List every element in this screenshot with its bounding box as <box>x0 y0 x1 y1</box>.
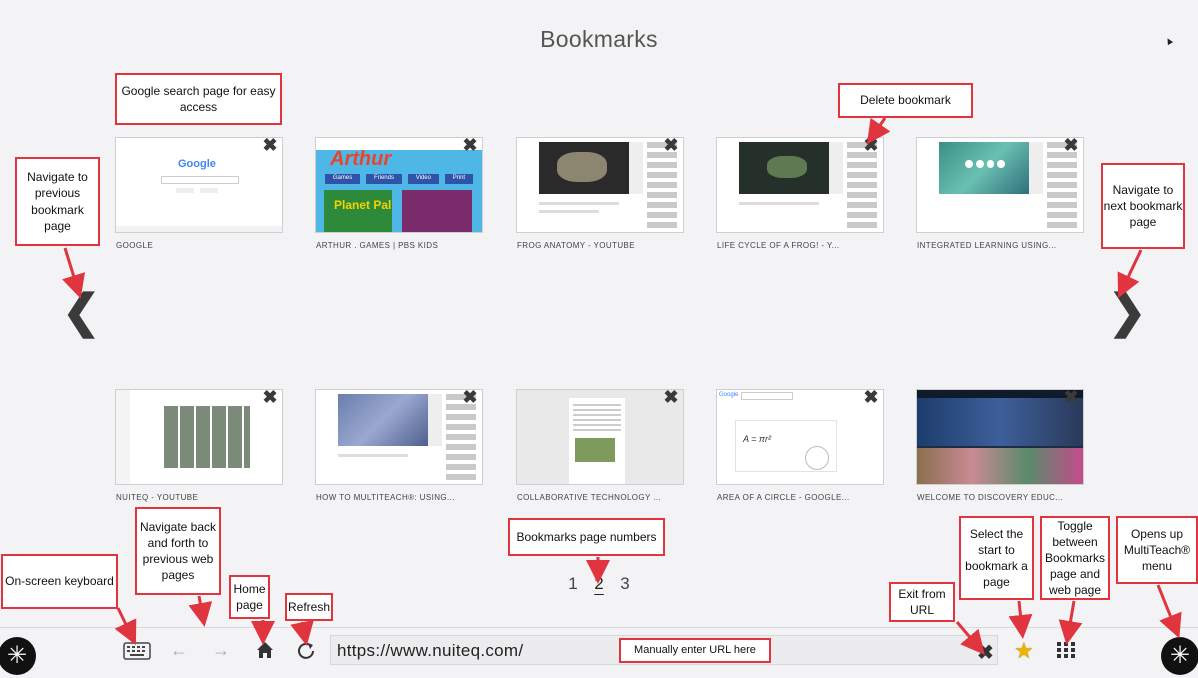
delete-bookmark-icon[interactable]: ✖ <box>663 388 679 406</box>
previous-page-chevron-icon[interactable]: ❮ <box>62 284 101 338</box>
arrow-menu <box>1156 584 1182 639</box>
bookmark-thumbnail <box>917 390 1083 484</box>
exit-url-close-icon[interactable]: ✖ <box>977 640 994 665</box>
arrow-back-forth <box>188 595 213 627</box>
bookmark-tile-how-to-multiteach[interactable] <box>315 389 483 485</box>
page-number-3[interactable]: 3 <box>612 574 638 594</box>
home-icon[interactable] <box>256 641 274 659</box>
bookmark-label: INTEGRATED LEARNING USING... <box>917 241 1057 250</box>
delete-bookmark-icon[interactable]: ✖ <box>262 388 278 406</box>
bookmark-thumbnail: Google A = πr² <box>717 390 883 484</box>
annotation-select-start: Select the start to bookmark a page <box>959 516 1034 600</box>
annotation-refresh: Refresh <box>285 593 333 621</box>
keyboard-icon[interactable] <box>123 642 151 660</box>
next-page-chevron-icon[interactable]: ❯ <box>1108 284 1147 338</box>
google-logo: Google <box>178 158 216 170</box>
annotation-toggle: Toggle between Bookmarks page and web pa… <box>1040 516 1110 600</box>
delete-bookmark-icon[interactable]: ✖ <box>1063 136 1079 154</box>
bookmark-tile-integrated-learning[interactable] <box>916 137 1084 233</box>
annotation-home-page: Home page <box>229 575 270 619</box>
page-number-1[interactable]: 1 <box>560 574 586 594</box>
annotation-page-numbers: Bookmarks page numbers <box>508 518 665 556</box>
circle-formula: A = πr² <box>743 434 771 444</box>
bookmark-tile-arthur[interactable]: Arthur Games Friends Video Print Planet … <box>315 137 483 233</box>
annotation-google-search: Google search page for easy access <box>115 73 282 125</box>
bookmark-thumbnail <box>517 390 683 484</box>
bookmark-thumbnail: Arthur Games Friends Video Print Planet … <box>316 138 482 232</box>
annotation-menu: Opens up MultiTeach® menu <box>1116 516 1198 584</box>
delete-bookmark-icon[interactable]: ✖ <box>663 136 679 154</box>
bookmark-label: WELCOME TO DISCOVERY EDUC... <box>917 493 1064 502</box>
bookmark-tile-collaborative-technology[interactable] <box>516 389 684 485</box>
annotation-navigate-next: Navigate to next bookmark page <box>1101 163 1185 249</box>
delete-bookmark-icon[interactable]: ✖ <box>262 136 278 154</box>
bookmark-thumbnail <box>316 390 482 484</box>
search-box-preview <box>161 176 239 184</box>
multiteach-menu-icon[interactable]: ✳ <box>1161 637 1198 675</box>
forward-arrow-icon[interactable]: → <box>210 640 232 661</box>
delete-bookmark-icon[interactable]: ✖ <box>462 388 478 406</box>
bookmark-label: NUITEQ - YOUTUBE <box>116 493 199 502</box>
annotation-onscreen-keyboard: On-screen keyboard <box>1 554 118 609</box>
grid-toggle-icon[interactable] <box>1057 642 1075 658</box>
annotation-exit-url: Exit from URL <box>889 582 955 622</box>
bookmark-label: AREA OF A CIRCLE - GOOGLE... <box>717 493 850 502</box>
delete-bookmark-icon[interactable]: ✖ <box>1063 388 1079 406</box>
bookmark-label: ARTHUR . GAMES | PBS KIDS <box>316 241 439 250</box>
bookmark-star-icon[interactable]: ★ <box>1014 638 1034 664</box>
bookmark-tile-life-cycle[interactable] <box>716 137 884 233</box>
bookmark-label: FROG ANATOMY - YOUTUBE <box>517 241 636 250</box>
bookmark-thumbnail <box>717 138 883 232</box>
annotation-navigate-back-forth: Navigate back and forth to previous web … <box>135 507 221 595</box>
bookmark-thumbnail <box>116 390 282 484</box>
bookmark-thumbnail: Google <box>116 138 282 232</box>
annotation-navigate-previous: Navigate to previous bookmark page <box>15 157 100 246</box>
arrow-select-start <box>1008 600 1033 639</box>
planet-pal-text: Planet Pal <box>334 198 392 212</box>
delete-bookmark-icon[interactable]: ✖ <box>462 136 478 154</box>
bookmark-tile-google[interactable]: Google <box>115 137 283 233</box>
delete-bookmark-icon[interactable]: ✖ <box>863 136 879 154</box>
bookmark-label: HOW TO MULTITEACH®: USING... <box>316 493 455 502</box>
arthur-logo: Arthur <box>330 148 392 170</box>
bookmark-tile-nuiteq-youtube[interactable] <box>115 389 283 485</box>
bookmark-tile-area-circle[interactable]: Google A = πr² <box>716 389 884 485</box>
pagination: 123 <box>560 574 638 594</box>
delete-bookmark-icon[interactable]: ✖ <box>863 388 879 406</box>
annotation-manual-url: Manually enter URL here <box>619 638 771 663</box>
bookmark-label: LIFE CYCLE OF A FROG! - Y... <box>717 241 840 250</box>
page-number-2-current[interactable]: 2 <box>586 574 612 594</box>
annotation-delete-bookmark: Delete bookmark <box>838 83 973 118</box>
refresh-icon[interactable] <box>297 641 315 659</box>
bookmark-label: GOOGLE <box>116 241 154 250</box>
bookmark-thumbnail <box>917 138 1083 232</box>
bookmark-tile-frog-anatomy[interactable] <box>516 137 684 233</box>
bookmark-label: COLLABORATIVE TECHNOLOGY ... <box>517 493 662 502</box>
page-title: Bookmarks <box>540 26 658 52</box>
back-arrow-icon[interactable]: ← <box>168 640 190 661</box>
bookmark-thumbnail <box>517 138 683 232</box>
bookmark-tile-discovery-education[interactable] <box>916 389 1084 485</box>
